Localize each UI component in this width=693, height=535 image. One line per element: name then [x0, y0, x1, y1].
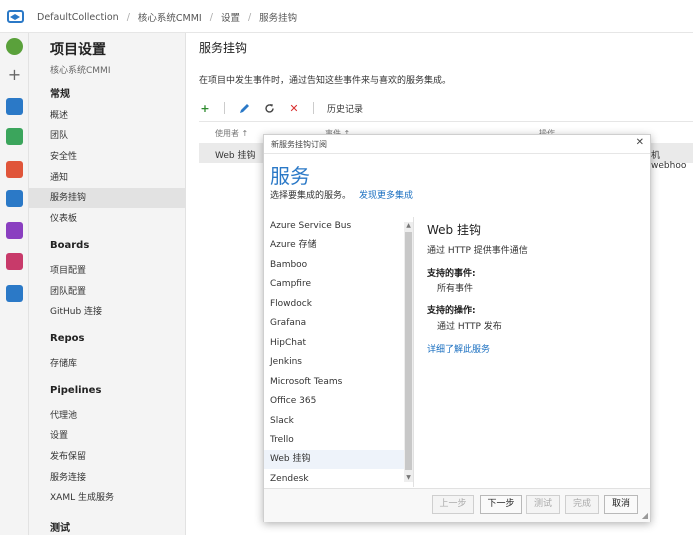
settings-nav: 项目设置 核心系统CMMI 常规 概述 团队 安全性 通知 服务挂钩 仪表板 B… — [29, 33, 186, 535]
nav-item-notifications[interactable]: 通知 — [29, 168, 185, 188]
nav-item-teams[interactable]: 团队 — [29, 126, 185, 146]
edit-icon[interactable] — [238, 102, 250, 114]
breadcrumb-separator: / — [209, 11, 213, 23]
service-item-grafana[interactable]: Grafana — [264, 314, 404, 333]
toolbar: + ✕ 历史记录 — [199, 99, 693, 117]
service-detail-name: Web 挂钩 — [427, 223, 481, 237]
nav-section-pipelines: Pipelines — [50, 385, 102, 396]
hub-rail: + — [0, 33, 29, 535]
discover-integrations-link[interactable]: 发现更多集成 — [359, 191, 413, 201]
nav-section-general: 常规 — [50, 89, 70, 100]
nav-item-service-hooks[interactable]: 服务挂钩 — [29, 188, 185, 208]
service-item-office-365[interactable]: Office 365 — [264, 392, 404, 411]
finish-button[interactable]: 完成 — [565, 495, 599, 514]
next-button[interactable]: 下一步 — [480, 495, 522, 514]
nav-item-security[interactable]: 安全性 — [29, 147, 185, 167]
repos-icon[interactable] — [6, 161, 23, 178]
service-item-web-hooks[interactable]: Web 挂钩 — [264, 450, 404, 469]
dialog-subheading: 选择要集成的服务。 发现更多集成 — [270, 188, 413, 201]
dialog-heading: 服务 — [270, 164, 310, 188]
service-item-campfire[interactable]: Campfire — [264, 275, 404, 294]
nav-section-boards: Boards — [50, 240, 90, 251]
scrollbar-thumb[interactable] — [405, 232, 412, 470]
service-list: Azure Service Bus Azure 存储 Bamboo Campfi… — [264, 217, 414, 487]
nav-item-team-config[interactable]: 团队配置 — [29, 282, 185, 302]
row-action: 机 webhoo — [651, 151, 687, 171]
top-bar: DefaultCollection / 核心系统CMMI / 设置 / 服务挂钩 — [0, 0, 693, 33]
breadcrumb-item-service-hooks[interactable]: 服务挂钩 — [259, 10, 297, 24]
service-item-bamboo[interactable]: Bamboo — [264, 256, 404, 275]
nav-section-test: 测试 — [50, 523, 70, 534]
service-item-microsoft-teams[interactable]: Microsoft Teams — [264, 373, 404, 392]
test-button[interactable]: 测试 — [526, 495, 560, 514]
history-button[interactable]: 历史记录 — [327, 102, 363, 115]
service-item-slack[interactable]: Slack — [264, 412, 404, 431]
plus-icon[interactable]: + — [6, 66, 23, 83]
supported-actions-label: 支持的操作: — [427, 306, 476, 316]
close-icon[interactable]: ✕ — [636, 137, 644, 148]
service-item-zendesk[interactable]: Zendesk — [264, 470, 404, 489]
nav-item-pipeline-settings[interactable]: 设置 — [29, 426, 185, 446]
link-icon[interactable] — [6, 285, 23, 302]
artifacts-icon[interactable] — [6, 253, 23, 270]
choose-service-text: 选择要集成的服务。 — [270, 191, 352, 201]
nav-item-service-connections[interactable]: 服务连接 — [29, 468, 185, 488]
test-plans-icon[interactable] — [6, 222, 23, 239]
project-avatar-icon[interactable] — [6, 38, 23, 55]
breadcrumb-separator: / — [247, 11, 252, 23]
nav-item-overview[interactable]: 概述 — [29, 106, 185, 126]
column-header-consumer[interactable]: 使用者 ↑ — [215, 128, 248, 139]
page-title: 服务挂钩 — [199, 41, 248, 55]
breadcrumb: DefaultCollection / 核心系统CMMI / 设置 / 服务挂钩 — [37, 10, 297, 25]
supported-actions-value: 通过 HTTP 发布 — [437, 322, 502, 332]
breadcrumb-item-collection[interactable]: DefaultCollection — [37, 12, 119, 23]
service-item-azure-service-bus[interactable]: Azure Service Bus — [264, 217, 404, 236]
service-item-azure-storage[interactable]: Azure 存储 — [264, 236, 404, 255]
boards-icon[interactable] — [6, 128, 23, 145]
delete-icon[interactable]: ✕ — [288, 102, 300, 115]
resize-grip-icon[interactable]: ◢ — [642, 511, 648, 520]
breadcrumb-separator: / — [126, 11, 130, 23]
service-detail-description: 通过 HTTP 提供事件通信 — [427, 246, 528, 256]
page-description: 在项目中发生事件时，通过告知这些事件来与喜欢的服务集成。 — [199, 76, 452, 86]
learn-more-link[interactable]: 详细了解此服务 — [427, 342, 490, 355]
service-item-trello[interactable]: Trello — [264, 431, 404, 450]
nav-item-dashboards[interactable]: 仪表板 — [29, 209, 185, 229]
nav-item-github-connections[interactable]: GitHub 连接 — [29, 302, 185, 322]
supported-events-value: 所有事件 — [437, 284, 474, 294]
breadcrumb-item-project[interactable]: 核心系统CMMI — [138, 10, 202, 24]
breadcrumb-item-settings[interactable]: 设置 — [221, 10, 240, 24]
divider — [264, 153, 650, 154]
nav-item-repositories[interactable]: 存储库 — [29, 354, 185, 374]
service-item-jenkins[interactable]: Jenkins — [264, 353, 404, 372]
nav-item-project-config[interactable]: 项目配置 — [29, 261, 185, 281]
row-consumer: Web 挂钩 — [215, 151, 256, 161]
nav-title: 项目设置 — [50, 42, 106, 58]
divider — [199, 121, 693, 122]
scroll-down-icon[interactable]: ▼ — [404, 474, 413, 482]
scroll-up-icon[interactable]: ▲ — [404, 222, 413, 230]
toolbar-divider — [224, 102, 225, 114]
refresh-icon[interactable] — [263, 102, 275, 114]
service-item-flowdock[interactable]: Flowdock — [264, 295, 404, 314]
nav-item-release-retention[interactable]: 发布保留 — [29, 447, 185, 467]
toolbar-divider — [313, 102, 314, 114]
prev-button[interactable]: 上一步 — [432, 495, 474, 514]
dialog-title: 新服务挂钩订阅 — [271, 140, 327, 149]
service-item-hipchat[interactable]: HipChat — [264, 334, 404, 353]
nav-item-xaml-build-services[interactable]: XAML 生成服务 — [29, 488, 185, 508]
nav-subtitle: 核心系统CMMI — [50, 66, 111, 76]
azure-devops-logo-icon[interactable] — [7, 8, 24, 25]
new-subscription-dialog: 新服务挂钩订阅 ✕ 服务 选择要集成的服务。 发现更多集成 Azure Servi… — [263, 134, 651, 522]
cancel-button[interactable]: 取消 — [604, 495, 638, 514]
supported-events-label: 支持的事件: — [427, 269, 476, 279]
dialog-footer: 上一步 下一步 测试 完成 取消 ◢ — [264, 488, 650, 522]
service-list-scrollbar[interactable]: ▲ ▼ — [404, 222, 413, 482]
pipelines-icon[interactable] — [6, 190, 23, 207]
overview-icon[interactable] — [6, 98, 23, 115]
nav-section-repos: Repos — [50, 333, 85, 344]
nav-item-agent-pools[interactable]: 代理池 — [29, 406, 185, 426]
add-icon[interactable]: + — [199, 102, 211, 115]
